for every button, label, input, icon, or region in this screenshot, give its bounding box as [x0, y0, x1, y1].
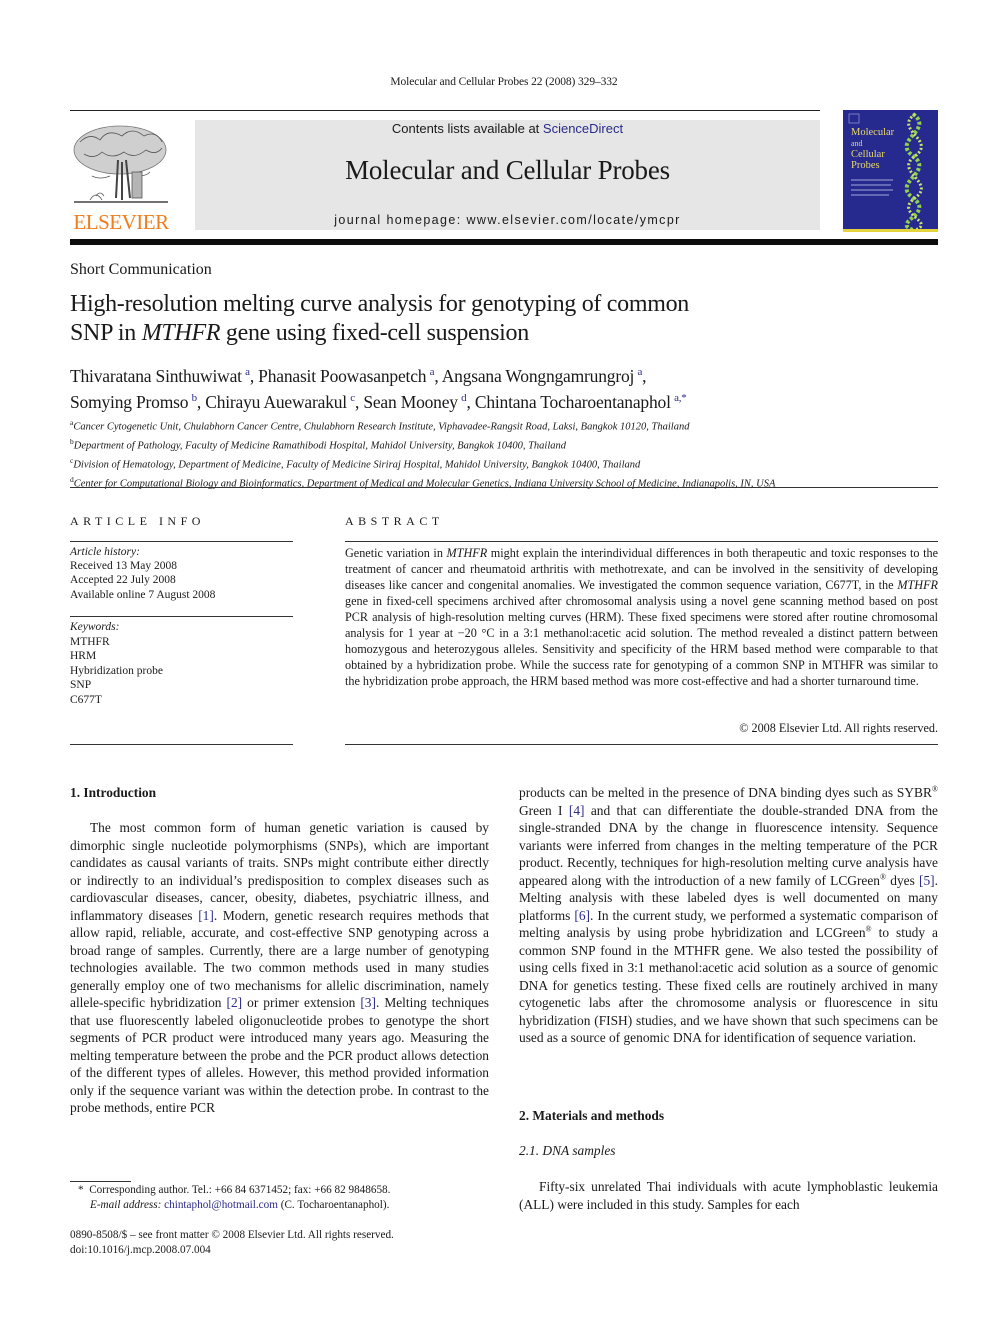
elsevier-wordmark[interactable]: ELSEVIER — [70, 210, 172, 235]
introduction-text: The most common form of human genetic va… — [70, 820, 489, 1115]
dna-samples-text: Fifty-six unrelated Thai individuals wit… — [519, 1179, 938, 1212]
article-history: Article history: Received 13 May 2008 Ac… — [70, 545, 293, 602]
history-online: Available online 7 August 2008 — [70, 588, 216, 601]
homepage-label: journal homepage: — [334, 213, 467, 227]
divider — [345, 744, 938, 745]
registered-mark: ® — [865, 924, 872, 934]
abstract-copyright: © 2008 Elsevier Ltd. All rights reserved… — [739, 721, 938, 735]
registered-mark: ® — [879, 872, 887, 882]
header-rule — [70, 110, 820, 111]
tree-icon — [73, 125, 168, 203]
email-link[interactable]: chintaphol@hotmail.com — [164, 1199, 278, 1211]
footnote-rule — [70, 1181, 131, 1182]
contents-prefix: Contents lists available at — [391, 121, 543, 136]
subsection-heading-dna-samples: 2.1. DNA samples — [519, 1143, 616, 1158]
contents-available-line: Contents lists available at ScienceDirec… — [195, 121, 820, 136]
keyword: Hybridization probe — [70, 664, 163, 677]
keyword: C677T — [70, 693, 102, 706]
affiliation: cDivision of Hematology, Department of M… — [70, 455, 641, 471]
article-type: Short Communication — [70, 261, 212, 278]
corresponding-author-footnote: * Corresponding author. Tel.: +66 84 637… — [78, 1184, 391, 1211]
journal-homepage: journal homepage: www.elsevier.com/locat… — [195, 213, 820, 227]
author[interactable]: Sean Mooney d — [363, 392, 466, 412]
author-list: Thivaratana Sinthuwiwat a, Phanasit Poow… — [70, 365, 687, 412]
citation-link[interactable]: [5] — [919, 873, 935, 888]
italic-term: MTHFR — [446, 546, 488, 560]
divider — [70, 616, 293, 617]
introduction-text-continued: products can be melted in the presence o… — [519, 784, 938, 1045]
history-received: Received 13 May 2008 — [70, 560, 177, 573]
divider — [345, 541, 938, 542]
divider — [70, 744, 293, 745]
abstract-heading: ABSTRACT — [345, 514, 444, 528]
cover-title: Molecular and Cellular Probes — [851, 127, 895, 171]
affiliations: aCancer Cytogenetic Unit, Chulabhorn Can… — [70, 416, 950, 492]
front-matter: 0890-8508/$ – see front matter © 2008 El… — [70, 1228, 500, 1257]
author[interactable]: Chirayu Auewarakul c — [205, 392, 355, 412]
citation-link[interactable]: [3] — [360, 995, 376, 1010]
divider — [70, 541, 293, 542]
author[interactable]: Thivaratana Sinthuwiwat a — [70, 366, 250, 386]
keyword: HRM — [70, 650, 97, 662]
citation-link[interactable]: [2] — [227, 995, 243, 1010]
cover-bottom-bar — [843, 229, 938, 232]
registered-mark: ® — [931, 784, 938, 794]
keyword: MTHFR — [70, 635, 110, 648]
author[interactable]: Angsana Wongngamrungroj a — [442, 366, 643, 386]
citation-link[interactable]: [4] — [569, 803, 585, 818]
section-heading-introduction: 1. Introduction — [70, 785, 157, 800]
affiliation: aCancer Cytogenetic Unit, Chulabhorn Can… — [70, 418, 690, 433]
journal-cover-image[interactable]: Molecular and Cellular Probes — [843, 110, 938, 232]
keywords: Keywords: MTHFR HRM Hybridization probe … — [70, 620, 293, 707]
author[interactable]: Chintana Tocharoentanaphol a,* — [475, 392, 687, 412]
citation-link[interactable]: [6] — [574, 908, 590, 923]
affiliation: bDepartment of Pathology, Faculty of Med… — [70, 436, 567, 452]
history-accepted: Accepted 22 July 2008 — [70, 574, 176, 587]
abstract-text: Genetic variation in MTHFR might explain… — [345, 546, 938, 688]
section-heading-methods: 2. Materials and methods — [519, 1108, 665, 1123]
author[interactable]: Somying Promso b — [70, 392, 197, 412]
journal-name: Molecular and Cellular Probes — [345, 155, 670, 185]
affiliation: dCenter for Computational Biology and Bi… — [70, 474, 776, 490]
doi[interactable]: doi:10.1016/j.mcp.2008.07.004 — [70, 1243, 500, 1258]
homepage-link[interactable]: www.elsevier.com/locate/ymcpr — [466, 213, 680, 227]
running-head: Molecular and Cellular Probes 22 (2008) … — [390, 76, 618, 88]
author[interactable]: Phanasit Poowasanpetch a — [258, 366, 434, 386]
sciencedirect-link[interactable]: ScienceDirect — [543, 121, 623, 136]
header-thick-rule — [70, 239, 938, 245]
affiliation-rule — [70, 487, 938, 488]
keyword: SNP — [70, 679, 92, 691]
article-title: High-resolution melting curve analysis f… — [70, 291, 689, 346]
article-info-heading: ARTICLE INFO — [70, 514, 205, 528]
front-matter-copyright: 0890-8508/$ – see front matter © 2008 El… — [70, 1229, 394, 1241]
italic-term: MTHFR — [897, 578, 938, 592]
citation-link[interactable]: [1] — [198, 908, 214, 923]
